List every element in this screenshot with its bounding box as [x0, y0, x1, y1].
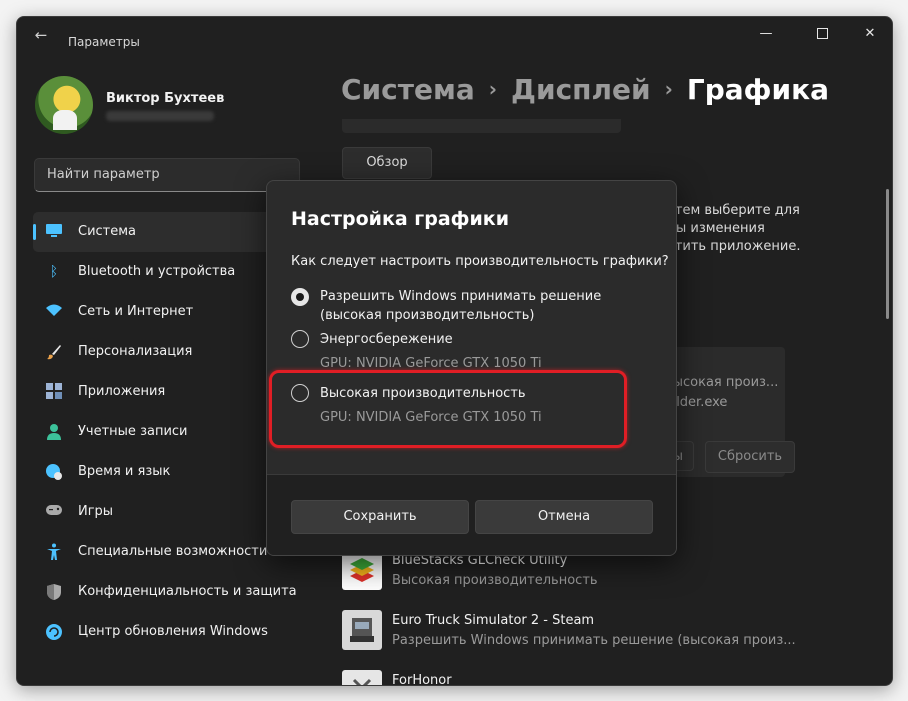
list-item[interactable]: BlueStacks GLCheck Utility Высокая произ… [342, 550, 812, 596]
apps-icon [45, 383, 63, 401]
sidebar-item-system[interactable]: Система [33, 212, 301, 252]
close-button[interactable]: ✕ [852, 23, 888, 45]
app-title: Параметры [68, 35, 140, 49]
radio-option-power-saving[interactable]: Энергосбережение GPU: NVIDIA GeForce GTX… [291, 330, 661, 374]
reset-button[interactable]: Сбросить [705, 441, 795, 473]
shield-icon [45, 583, 63, 601]
breadcrumb-system[interactable]: Система [341, 73, 475, 106]
ets2-icon [342, 610, 382, 650]
back-arrow-icon: ← [34, 26, 48, 44]
app-type-dropdown[interactable] [342, 119, 621, 133]
sidebar-item-label: Сеть и Интернет [78, 304, 194, 319]
description-text: затем выберите для [660, 203, 800, 218]
radio-option-let-windows-decide[interactable]: Разрешить Windows принимать решение (выс… [291, 287, 661, 325]
radio-button[interactable] [291, 288, 309, 306]
scrollbar[interactable] [886, 189, 889, 319]
sidebar-item-accessibility[interactable]: Специальные возможности [33, 532, 301, 572]
minimize-button[interactable]: — [748, 23, 784, 45]
wifi-icon [45, 303, 63, 321]
maximize-button[interactable] [804, 23, 840, 45]
app-pref: Высокая производительность [392, 573, 598, 588]
sidebar-item-label: Время и язык [78, 464, 171, 479]
sidebar-item-time-language[interactable]: Время и язык [33, 452, 301, 492]
sidebar-item-label: Персонализация [78, 344, 193, 359]
description-text: устить приложение. [660, 239, 801, 254]
dialog-footer: Сохранить Отмена [267, 474, 676, 555]
update-icon [45, 623, 63, 641]
sidebar-item-accounts[interactable]: Учетные записи [33, 412, 301, 452]
sidebar-item-label: Специальные возможности [78, 544, 268, 559]
save-button[interactable]: Сохранить [291, 500, 469, 534]
account-icon [45, 423, 63, 441]
gpu-label: GPU: NVIDIA GeForce GTX 1050 Ti [320, 356, 542, 371]
bluestacks-icon [342, 550, 382, 590]
sidebar-item-label: Учетные записи [78, 424, 188, 439]
settings-window: ← Параметры — ✕ Виктор Бухтеев Система ᛒ… [16, 16, 893, 686]
app-pref: Разрешить Windows принимать решение (выс… [392, 633, 796, 648]
app-name: ForHonor [392, 673, 452, 686]
breadcrumb-display[interactable]: Дисплей [511, 73, 651, 106]
sidebar-item-label: Система [78, 224, 137, 239]
brush-icon [45, 343, 63, 361]
cancel-button[interactable]: Отмена [475, 500, 653, 534]
minimize-icon: — [759, 26, 773, 41]
system-icon [45, 223, 63, 241]
sidebar-item-gaming[interactable]: Игры [33, 492, 301, 532]
sidebar-item-label: Приложения [78, 384, 166, 399]
red-highlight-annotation [269, 370, 627, 448]
sidebar-item-label: Центр обновления Windows [78, 624, 268, 639]
sidebar-item-bluetooth[interactable]: ᛒ Bluetooth и устройства [33, 252, 301, 292]
avatar[interactable] [35, 76, 93, 134]
app-pref: (высокая произ... [660, 375, 779, 390]
accessibility-icon [45, 543, 63, 561]
close-icon: ✕ [864, 26, 876, 41]
sidebar-item-label: Конфиденциальность и защита [78, 584, 297, 599]
search-box[interactable] [34, 158, 300, 192]
maximize-icon [816, 28, 828, 39]
radio-button[interactable] [291, 330, 309, 348]
dialog-question: Как следует настроить производительность… [291, 254, 669, 269]
globe-clock-icon [45, 463, 63, 481]
app-name: Euro Truck Simulator 2 - Steam [392, 613, 595, 628]
user-name: Виктор Бухтеев [106, 91, 225, 106]
search-input[interactable] [45, 166, 279, 183]
breadcrumb: Система › Дисплей › Графика [341, 73, 829, 106]
list-item[interactable]: ForHonor [342, 670, 812, 686]
forhonor-icon [342, 670, 382, 685]
browse-button[interactable]: Обзор [342, 147, 432, 179]
list-item[interactable]: Euro Truck Simulator 2 - Steam Разрешить… [342, 610, 812, 656]
gamepad-icon [45, 503, 63, 521]
chevron-right-icon: › [664, 77, 673, 101]
bluetooth-icon: ᛒ [49, 264, 59, 280]
radio-label: Энергосбережение [320, 332, 453, 347]
sidebar-item-label: Bluetooth и устройства [78, 264, 236, 279]
radio-label: Разрешить Windows принимать решение (выс… [320, 289, 602, 323]
dialog-title: Настройка графики [291, 208, 510, 230]
sidebar-item-personalization[interactable]: Персонализация [33, 332, 301, 372]
sidebar-item-network[interactable]: Сеть и Интернет [33, 292, 301, 332]
title-bar: ← Параметры — ✕ [17, 17, 892, 51]
chevron-right-icon: › [488, 77, 498, 101]
sidebar-item-label: Игры [78, 504, 114, 519]
back-button[interactable]: ← [29, 25, 53, 45]
page-title: Графика [686, 73, 829, 106]
graphics-settings-dialog: Настройка графики Как следует настроить … [266, 180, 677, 556]
sidebar-item-windows-update[interactable]: Центр обновления Windows [33, 612, 301, 652]
sidebar-item-privacy[interactable]: Конфиденциальность и защита [33, 572, 301, 612]
user-email-blurred [106, 111, 214, 121]
sidebar-nav: Система ᛒ Bluetooth и устройства Сеть и … [33, 212, 301, 652]
sidebar-item-apps[interactable]: Приложения [33, 372, 301, 412]
